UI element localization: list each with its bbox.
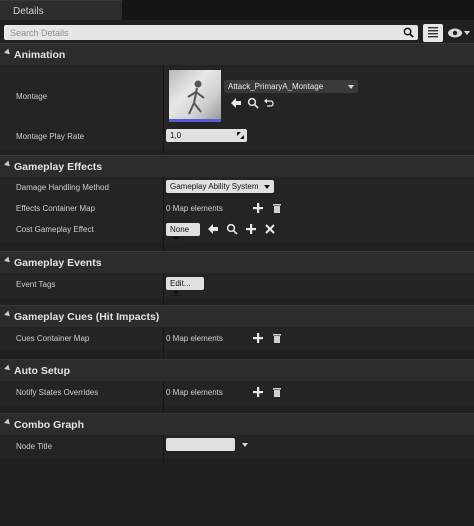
cues-container-label: Cues Container Map (16, 334, 90, 343)
row-notify-states: Notify States Overrides (0, 381, 474, 405)
x-icon[interactable] (264, 223, 276, 235)
column-divider[interactable] (163, 381, 164, 413)
effects-container-value: 0 Map elements (166, 204, 223, 213)
chevron-down-icon[interactable] (242, 443, 248, 447)
category-animation-title: Animation (14, 49, 66, 61)
chevron-down-icon (348, 85, 354, 89)
collapse-arrow-icon[interactable] (4, 418, 12, 427)
category-combo-graph-title: Combo Graph (14, 419, 84, 431)
category-auto-setup[interactable]: Auto Setup (0, 359, 474, 381)
notify-states-label: Notify States Overrides (16, 388, 99, 397)
event-tags-value: Edit... (170, 279, 191, 288)
play-rate-field[interactable]: 1,0 (166, 129, 247, 142)
chevron-down-icon (173, 290, 179, 295)
effects-container-label: Effects Container Map (16, 204, 96, 213)
plus-icon[interactable] (252, 332, 264, 344)
chevron-down-icon (173, 236, 179, 241)
view-options-icon (428, 27, 438, 38)
montage-value: Attack_PrimaryA_Montage (228, 82, 324, 91)
category-animation[interactable]: Animation (0, 43, 474, 65)
chevron-down-icon (263, 184, 270, 189)
search-placeholder: Search Details (10, 28, 69, 38)
resize-handle-icon (237, 132, 244, 139)
category-gameplay-cues[interactable]: Gameplay Cues (Hit Impacts) (0, 305, 474, 327)
trash-icon[interactable] (271, 202, 283, 214)
montage-asset-picker[interactable]: Attack_PrimaryA_Montage (224, 80, 358, 93)
damage-handling-value: Gameplay Ability System (170, 182, 259, 191)
damage-handling-label: Damage Handling Method (16, 183, 109, 192)
cues-container-value: 0 Map elements (166, 334, 223, 343)
notify-states-value: 0 Map elements (166, 388, 223, 397)
category-gameplay-effects-title: Gameplay Effects (14, 161, 103, 173)
plus-icon[interactable] (245, 223, 257, 235)
magnifier-icon[interactable] (247, 97, 259, 109)
collapse-arrow-icon[interactable] (4, 48, 12, 57)
row-event-tags: Event Tags (0, 273, 474, 297)
eye-icon[interactable] (447, 26, 471, 40)
category-gameplay-effects[interactable]: Gameplay Effects (0, 155, 474, 177)
column-divider[interactable] (163, 65, 164, 153)
column-divider[interactable] (163, 177, 164, 251)
category-auto-setup-title: Auto Setup (14, 365, 70, 377)
cost-effect-label: Cost Gameplay Effect (16, 225, 94, 234)
collapse-arrow-icon[interactable] (4, 364, 12, 373)
event-tags-edit-button[interactable]: Edit... (166, 277, 204, 295)
collapse-arrow-icon[interactable] (4, 160, 12, 169)
node-title-input[interactable] (166, 438, 235, 451)
tab-details[interactable]: Details (0, 0, 122, 20)
collapse-arrow-icon[interactable] (4, 256, 12, 265)
column-divider[interactable] (163, 327, 164, 359)
cost-effect-dropdown[interactable]: None (166, 223, 200, 241)
tab-details-label: Details (13, 6, 44, 17)
column-divider[interactable] (163, 273, 164, 305)
montage-thumbnail[interactable] (169, 70, 221, 122)
damage-handling-dropdown[interactable]: Gameplay Ability System (166, 180, 274, 193)
trash-icon[interactable] (271, 386, 283, 398)
category-gameplay-cues-title: Gameplay Cues (Hit Impacts) (14, 311, 160, 323)
reset-icon[interactable] (263, 97, 275, 109)
event-tags-label: Event Tags (16, 280, 56, 289)
arrow-left-icon[interactable] (207, 223, 219, 235)
cost-effect-value: None (170, 225, 190, 234)
node-title-label: Node Title (16, 442, 53, 451)
plus-icon[interactable] (252, 202, 264, 214)
category-combo-graph[interactable]: Combo Graph (0, 413, 474, 435)
play-rate-label: Montage Play Rate (16, 132, 85, 141)
magnifier-icon[interactable] (226, 223, 238, 235)
plus-icon[interactable] (252, 386, 264, 398)
trash-icon[interactable] (271, 332, 283, 344)
view-options-button[interactable] (423, 24, 443, 42)
category-gameplay-events-title: Gameplay Events (14, 257, 102, 269)
column-divider[interactable] (163, 435, 164, 463)
arrow-left-icon[interactable] (230, 97, 242, 109)
montage-label: Montage (16, 92, 48, 101)
collapse-arrow-icon[interactable] (4, 310, 12, 319)
play-rate-value: 1,0 (170, 131, 182, 140)
search-input[interactable]: Search Details (4, 25, 418, 40)
search-icon[interactable] (403, 27, 414, 38)
row-node-title: Node Title (0, 435, 474, 459)
category-gameplay-events[interactable]: Gameplay Events (0, 251, 474, 273)
character-figure-icon (187, 80, 205, 115)
row-cues-container: Cues Container Map (0, 327, 474, 351)
